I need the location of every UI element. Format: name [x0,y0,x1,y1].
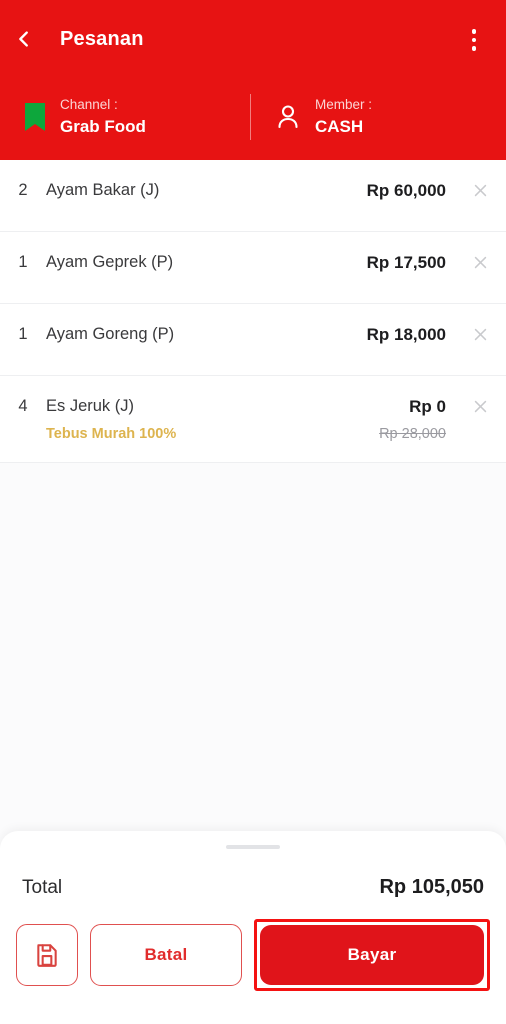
item-price: Rp 17,500 [366,253,446,272]
item-quantity: 1 [18,253,28,271]
kebab-dot-3 [471,46,477,51]
total-label: Total [22,876,63,898]
cancel-button[interactable]: Batal [90,924,242,986]
item-name: Ayam Goreng (P) [46,325,175,343]
remove-item-icon[interactable] [454,180,506,199]
page-title: Pesanan [60,27,144,50]
member-info[interactable]: Member : CASH [251,88,506,146]
item-price: Rp 60,000 [366,181,446,200]
sheet-drag-handle[interactable] [226,845,280,849]
item-price-column: Rp 18,000 [294,324,454,345]
channel-info[interactable]: Channel : Grab Food [0,88,250,146]
kebab-menu-icon[interactable] [456,22,492,58]
item-quantity: 1 [18,325,28,343]
total-row: Total Rp 105,050 [0,876,506,899]
item-price: Rp 0 [409,397,446,416]
kebab-dot-2 [471,37,477,43]
person-icon [278,105,298,129]
member-label: Member : [315,96,373,112]
item-original-price: Rp 28,000 [379,426,446,443]
back-icon[interactable] [0,18,48,60]
item-price: Rp 18,000 [366,325,446,344]
item-quantity: 4 [18,397,28,415]
kebab-dot-1 [471,29,477,34]
order-screen: Pesanan Channel : Grab Food Member: CAS… [0,0,506,1024]
table-row[interactable]: 2 Ayam Bakar (J) Rp 60,000 [0,160,506,232]
item-price-column: Rp 17,500 [294,252,454,273]
table-row[interactable]: 1 Ayam Geprek (P) Rp 17,500 [0,232,506,304]
item-name: Ayam Bakar (J) [46,181,160,199]
item-name-column: Ayam Bakar (J) [46,180,294,201]
app-header: Pesanan Channel : Grab Food Member: CAS… [0,0,506,160]
channel-value: Grab Food [60,116,146,136]
item-name-column: Ayam Geprek (P) [46,252,294,273]
remove-item-icon[interactable] [454,324,506,343]
order-meta-bar: Channel : Grab Food Member : CASH [0,88,506,146]
checkout-bottom-sheet: Total Rp 105,050 Batal Bayar [0,831,506,1024]
channel-label: Channel : [60,96,118,112]
item-name-column: Ayam Goreng (P) [46,324,294,345]
floppy-disk-save-icon [37,944,57,967]
remove-item-icon[interactable] [454,252,506,271]
pay-button[interactable]: Bayar [260,925,484,985]
action-button-row: Batal Bayar [0,919,506,991]
item-quantity: 2 [18,181,28,199]
member-value: CASH [315,116,364,136]
bookmark-icon [25,103,45,131]
table-row[interactable]: 1 Ayam Goreng (P) Rp 18,000 [0,304,506,376]
pay-button-wrapper: Bayar [254,919,490,991]
navigation-bar: Pesanan [0,18,506,60]
remove-item-icon[interactable] [454,396,506,415]
item-name-column: Es Jeruk (J) Tebus Murah 100% [46,396,294,442]
item-name: Ayam Geprek (P) [46,253,174,271]
order-item-list: 2 Ayam Bakar (J) Rp 60,000 1 Ayam Geprek… [0,160,506,464]
save-button[interactable] [16,924,78,986]
item-name: Es Jeruk (J) [46,397,135,415]
item-price-column: Rp 0 Rp 28,000 [294,396,454,442]
table-row[interactable]: 4 Es Jeruk (J) Tebus Murah 100% Rp 0 Rp … [0,376,506,464]
item-price-column: Rp 60,000 [294,180,454,201]
total-value: Rp 105,050 [379,876,484,898]
item-promo-label: Tebus Murah 100% [46,425,177,442]
